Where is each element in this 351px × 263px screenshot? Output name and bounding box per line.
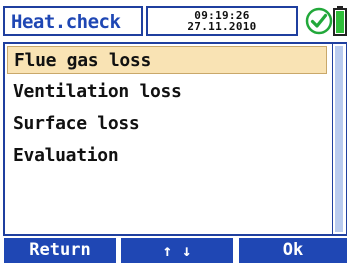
battery-icon xyxy=(333,6,347,36)
screen-title: Heat.check xyxy=(11,11,121,33)
device-screen: Heat.check 09:19:26 27.11.2010 Flue gas … xyxy=(0,0,351,263)
title-box: Heat.check xyxy=(3,6,143,36)
menu-item-surface-loss[interactable]: Surface loss xyxy=(7,110,327,138)
date-display: 27.11.2010 xyxy=(187,20,257,33)
navigate-up-down-button[interactable]: ↑ ↓ xyxy=(121,238,233,263)
datetime-box: 09:19:26 27.11.2010 xyxy=(146,6,298,36)
scrollbar-thumb[interactable] xyxy=(335,46,343,232)
scrollbar[interactable] xyxy=(332,44,346,234)
ok-button[interactable]: Ok xyxy=(239,238,347,263)
menu-item-flue-gas-loss[interactable]: Flue gas loss xyxy=(7,46,327,74)
return-button[interactable]: Return xyxy=(4,238,116,263)
menu-list: Flue gas loss Ventilation loss Surface l… xyxy=(3,42,347,236)
menu-item-ventilation-loss[interactable]: Ventilation loss xyxy=(7,78,327,106)
check-circle-icon xyxy=(305,7,333,35)
menu-item-evaluation[interactable]: Evaluation xyxy=(7,142,327,170)
